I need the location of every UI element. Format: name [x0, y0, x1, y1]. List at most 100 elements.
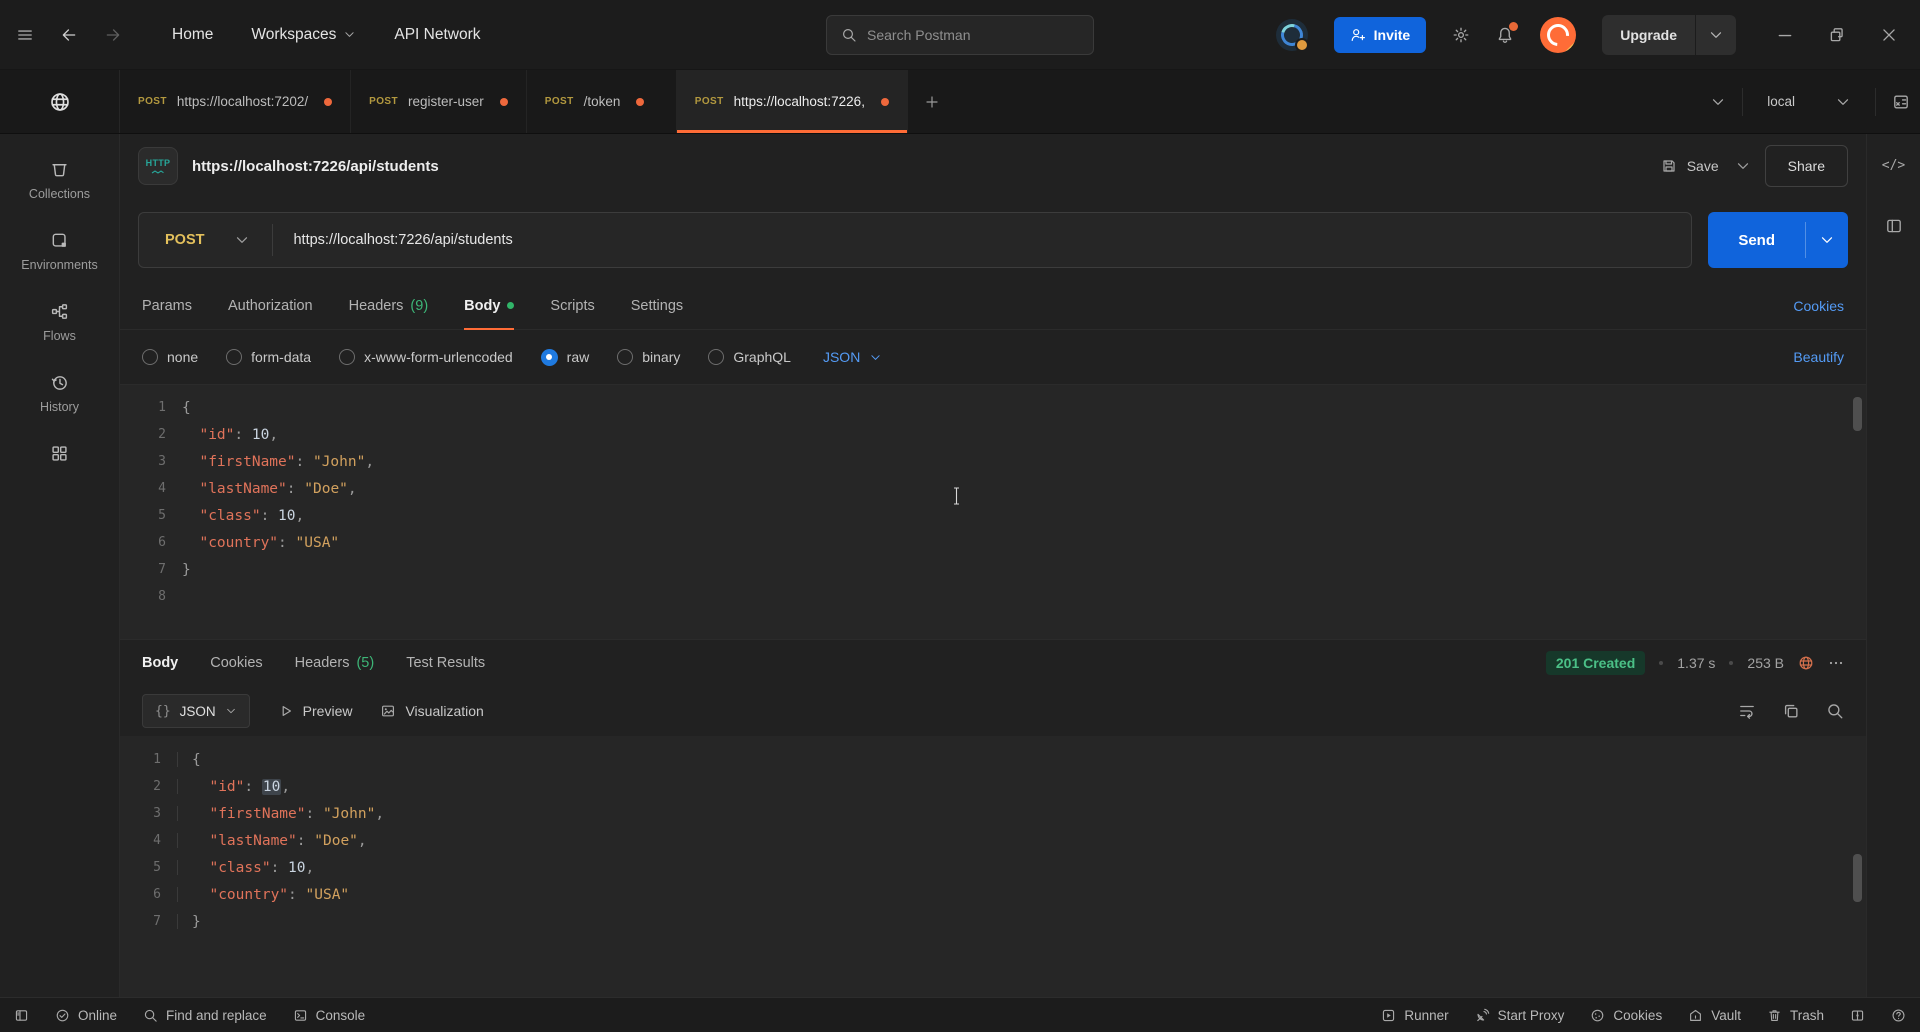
- code-line: 1{: [120, 746, 1866, 773]
- close-button[interactable]: [1880, 26, 1898, 44]
- request-tab-scripts[interactable]: Scripts: [550, 282, 594, 329]
- statusbar-item-vault[interactable]: Vault: [1688, 1008, 1741, 1023]
- code-line: 2 "id": 10,: [120, 773, 1866, 800]
- statusbar-item-find-and-replace[interactable]: Find and replace: [143, 1008, 267, 1023]
- more-actions-icon[interactable]: [1828, 655, 1844, 671]
- share-button[interactable]: Share: [1765, 145, 1848, 187]
- divider: [1742, 88, 1743, 116]
- sidebar-item-history[interactable]: History: [40, 373, 79, 414]
- language-dropdown[interactable]: JSON: [823, 349, 882, 365]
- workspace-switcher[interactable]: [0, 70, 120, 133]
- radio-icon: [339, 349, 355, 365]
- request-tab-headers[interactable]: Headers(9): [349, 282, 429, 329]
- open-tab[interactable]: POSThttps://localhost:7226,: [677, 70, 908, 133]
- response-toolbar: {} JSON Preview Visualization: [120, 686, 1866, 736]
- body-type-x-www-form-urlencoded[interactable]: x-www-form-urlencoded: [339, 349, 513, 365]
- statusbar-item-split-pane-icon[interactable]: [1850, 1008, 1865, 1023]
- layout-pane-icon[interactable]: [1885, 217, 1903, 235]
- code-text: {: [192, 752, 201, 768]
- sidebar-item-label: Environments: [21, 258, 97, 272]
- beautify-link[interactable]: Beautify: [1793, 349, 1844, 365]
- body-type-none[interactable]: none: [142, 349, 198, 365]
- statusbar-item-panel-left-icon[interactable]: [14, 1008, 29, 1023]
- request-tab-settings[interactable]: Settings: [631, 282, 683, 329]
- response-tab-cookies[interactable]: Cookies: [210, 640, 262, 686]
- topbar-nav-workspaces[interactable]: Workspaces: [251, 26, 356, 44]
- environment-selector[interactable]: local: [1759, 94, 1859, 110]
- statusbar-item-start-proxy[interactable]: Start Proxy: [1475, 1008, 1565, 1023]
- code-line: 3 "firstName": "John",: [120, 800, 1866, 827]
- statusbar-item-runner[interactable]: Runner: [1381, 1008, 1448, 1023]
- new-tab-button[interactable]: [908, 70, 956, 133]
- back-icon[interactable]: [60, 26, 78, 44]
- open-tabs: POSThttps://localhost:7202/POSTregister-…: [120, 70, 908, 133]
- request-tab-authorization[interactable]: Authorization: [228, 282, 313, 329]
- url-input[interactable]: https://localhost:7226/api/students: [273, 232, 532, 248]
- statusbar-item-trash[interactable]: Trash: [1767, 1008, 1824, 1023]
- open-tab[interactable]: POST/token: [527, 70, 677, 133]
- body-type-graphql[interactable]: GraphQL: [708, 349, 791, 365]
- request-tab-body[interactable]: Body: [464, 282, 514, 329]
- save-button[interactable]: Save: [1661, 158, 1751, 174]
- minimize-button[interactable]: [1776, 26, 1794, 44]
- send-button[interactable]: Send: [1708, 212, 1848, 268]
- preview-label: Preview: [303, 703, 353, 719]
- open-tab[interactable]: POSTregister-user: [351, 70, 527, 133]
- body-type-binary[interactable]: binary: [617, 349, 680, 365]
- search-input[interactable]: Search Postman: [826, 15, 1094, 55]
- sidebar-item-flows[interactable]: Flows: [43, 302, 76, 343]
- scrollbar-thumb[interactable]: [1853, 854, 1862, 902]
- chevron-down-icon[interactable]: [1696, 15, 1736, 55]
- request-body-editor[interactable]: 1{2 "id": 10,3 "firstName": "John",4 "la…: [120, 384, 1866, 640]
- invite-button[interactable]: Invite: [1334, 17, 1427, 53]
- topbar-left: Home Workspaces API Network: [0, 26, 481, 44]
- line-number: 5: [120, 508, 182, 523]
- response-body-editor[interactable]: 1{2 "id": 10,3 "firstName": "John",4 "la…: [120, 736, 1866, 997]
- topbar-nav-home[interactable]: Home: [172, 26, 213, 44]
- forward-icon[interactable]: [104, 26, 122, 44]
- response-format-dropdown[interactable]: {} JSON: [142, 694, 250, 728]
- statusbar-item-help-icon[interactable]: [1891, 1008, 1906, 1023]
- network-info-icon[interactable]: [1798, 655, 1814, 671]
- send-options-chevron-icon[interactable]: [1806, 212, 1848, 268]
- cookies-link[interactable]: Cookies: [1793, 298, 1844, 314]
- search-response-icon[interactable]: [1826, 702, 1844, 720]
- response-tab-headers[interactable]: Headers(5): [295, 640, 375, 686]
- sidebar-item-more[interactable]: [50, 444, 69, 463]
- response-tab-body[interactable]: Body: [142, 655, 178, 671]
- hamburger-menu-icon[interactable]: [16, 26, 34, 44]
- open-tab[interactable]: POSThttps://localhost:7202/: [120, 70, 351, 133]
- preview-button[interactable]: Preview: [278, 703, 353, 719]
- statusbar-item-cookies[interactable]: Cookies: [1590, 1008, 1662, 1023]
- account-avatar[interactable]: [1540, 17, 1576, 53]
- upgrade-button[interactable]: Upgrade: [1602, 15, 1736, 55]
- sidebar-item-collections[interactable]: Collections: [29, 160, 90, 201]
- tab-list-chevron-icon[interactable]: [1710, 94, 1726, 110]
- response-tab-test-results[interactable]: Test Results: [406, 640, 485, 686]
- code-text: {: [182, 400, 191, 416]
- gear-icon[interactable]: [1452, 26, 1470, 44]
- team-avatar[interactable]: [1276, 19, 1308, 51]
- topbar-nav-api-network[interactable]: API Network: [394, 26, 480, 44]
- request-tab-params[interactable]: Params: [142, 282, 192, 329]
- tab-title: /token: [584, 94, 621, 109]
- body-type-form-data[interactable]: form-data: [226, 349, 311, 365]
- method-select[interactable]: POST: [139, 232, 272, 248]
- save-options-chevron-icon[interactable]: [1735, 158, 1751, 174]
- sidebar-item-environments[interactable]: Environments: [21, 231, 97, 272]
- environment-quick-look-icon[interactable]: [1892, 93, 1910, 111]
- line-number: 3: [120, 806, 178, 821]
- statusbar-item-online[interactable]: Online: [55, 1008, 117, 1023]
- notifications-button[interactable]: [1496, 26, 1514, 44]
- tab-method-label: POST: [369, 96, 398, 107]
- copy-icon[interactable]: [1782, 702, 1800, 720]
- status-bar-left: Online Find and replace Console: [14, 1008, 365, 1023]
- code-line: 6 "country": "USA": [120, 529, 1866, 556]
- statusbar-item-console[interactable]: Console: [293, 1008, 366, 1023]
- scrollbar-thumb[interactable]: [1853, 397, 1862, 431]
- restore-button[interactable]: [1828, 26, 1846, 44]
- wrap-text-icon[interactable]: [1738, 702, 1756, 720]
- code-snippet-icon[interactable]: </>: [1882, 158, 1905, 173]
- body-type-raw[interactable]: raw: [541, 349, 590, 366]
- visualization-button[interactable]: Visualization: [380, 703, 483, 719]
